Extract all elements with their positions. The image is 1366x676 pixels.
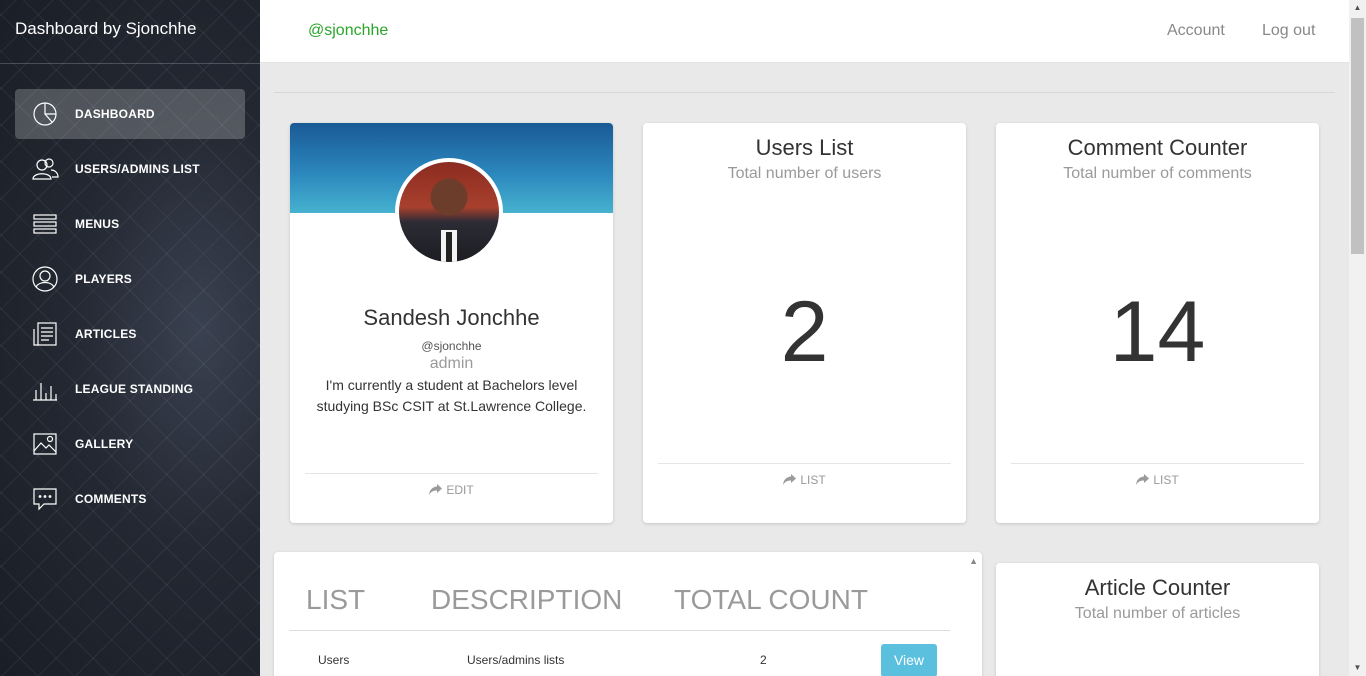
sidebar-item-label: PLAYERS <box>75 272 132 286</box>
divider <box>274 92 1335 93</box>
users-list-card: Users List Total number of users 2 LIST <box>643 123 966 523</box>
logout-link[interactable]: Log out <box>1262 22 1315 40</box>
profile-role: admin <box>429 355 474 372</box>
profile-bio: I'm currently a student at Bachelors lev… <box>316 377 587 414</box>
column-header-list: LIST <box>306 584 366 615</box>
card-title: Users List <box>755 135 854 160</box>
sidebar-item-users[interactable]: USERS/ADMINS LIST <box>15 144 245 194</box>
sidebar-item-label: GALLERY <box>75 437 134 451</box>
card-subtitle: Total number of articles <box>1074 605 1241 622</box>
edit-profile-link[interactable]: EDIT <box>429 483 474 499</box>
comment-counter-card: Comment Counter Total number of comments… <box>996 123 1319 523</box>
comments-list-link[interactable]: LIST <box>1136 473 1179 489</box>
view-button[interactable]: View <box>881 644 937 676</box>
list-label: LIST <box>800 473 826 487</box>
article-icon <box>30 319 60 349</box>
users-icon <box>30 154 60 184</box>
share-icon <box>429 484 443 499</box>
profile-card: Sandesh Jonchhe @sjonchhe admin I'm curr… <box>290 123 613 523</box>
sidebar-nav: DASHBOARD USERS/ADMINS LIST MENUS PLAYER… <box>0 64 260 524</box>
column-header-description: DESCRIPTION <box>431 584 623 615</box>
sidebar-item-gallery[interactable]: GALLERY <box>15 419 245 469</box>
card-title: Comment Counter <box>1067 135 1248 160</box>
cell-count: 2 <box>760 653 767 667</box>
sidebar-item-label: DASHBOARD <box>75 107 155 121</box>
sidebar-item-label: LEAGUE STANDING <box>75 382 194 396</box>
sidebar-item-players[interactable]: PLAYERS <box>15 254 245 304</box>
bar-chart-icon <box>30 374 60 404</box>
chevron-up-icon[interactable]: ▲ <box>969 556 978 566</box>
share-icon <box>1136 474 1150 489</box>
profile-handle: @sjonchhe <box>421 339 482 353</box>
scrollbar-thumb[interactable] <box>1351 18 1364 254</box>
sidebar-item-comments[interactable]: COMMENTS <box>15 474 245 524</box>
comments-count: 14 <box>1109 284 1206 380</box>
article-counter-card: Article Counter Total number of articles <box>996 563 1319 676</box>
table-divider <box>289 630 950 631</box>
card-title: Article Counter <box>1084 575 1231 600</box>
edit-label: EDIT <box>446 483 474 497</box>
cell-list: Users <box>318 653 350 667</box>
sidebar-item-label: MENUS <box>75 217 120 231</box>
brand-title[interactable]: Dashboard by Sjonchhe <box>0 0 260 64</box>
card-footer: LIST <box>658 463 951 489</box>
summary-table-card: LIST DESCRIPTION TOTAL COUNT Users Users… <box>274 552 982 676</box>
column-header-total-count: TOTAL COUNT <box>674 584 868 615</box>
sidebar-item-articles[interactable]: ARTICLES <box>15 309 245 359</box>
current-username: @sjonchhe <box>308 22 389 39</box>
sidebar-item-menus[interactable]: MENUS <box>15 199 245 249</box>
cell-description: Users/admins lists <box>467 653 565 667</box>
users-count: 2 <box>780 284 829 380</box>
sidebar-item-label: USERS/ADMINS LIST <box>75 162 200 176</box>
card-subtitle: Total number of comments <box>1063 165 1252 182</box>
avatar <box>395 158 503 266</box>
page-scrollbar[interactable]: ▲ ▼ <box>1349 0 1366 676</box>
pie-chart-icon <box>30 99 60 129</box>
sidebar: Dashboard by Sjonchhe DASHBOARD USERS/AD… <box>0 0 260 676</box>
image-icon <box>30 429 60 459</box>
sidebar-item-dashboard[interactable]: DASHBOARD <box>15 89 245 139</box>
comment-icon <box>30 484 60 514</box>
account-link[interactable]: Account <box>1167 22 1225 40</box>
list-label: LIST <box>1153 473 1179 487</box>
profile-footer: EDIT <box>305 473 598 499</box>
sidebar-item-league-standing[interactable]: LEAGUE STANDING <box>15 364 245 414</box>
top-navbar: @sjonchhe Account Log out <box>260 0 1349 63</box>
sidebar-item-label: ARTICLES <box>75 327 137 341</box>
user-icon <box>30 264 60 294</box>
share-icon <box>783 474 797 489</box>
card-footer: LIST <box>1011 463 1304 489</box>
scroll-down-icon[interactable]: ▼ <box>1349 660 1366 676</box>
menu-lines-icon <box>30 209 60 239</box>
card-subtitle: Total number of users <box>727 165 882 182</box>
profile-name: Sandesh Jonchhe <box>363 305 540 330</box>
sidebar-item-label: COMMENTS <box>75 492 147 506</box>
scroll-up-icon[interactable]: ▲ <box>1349 0 1366 16</box>
users-list-link[interactable]: LIST <box>783 473 826 489</box>
